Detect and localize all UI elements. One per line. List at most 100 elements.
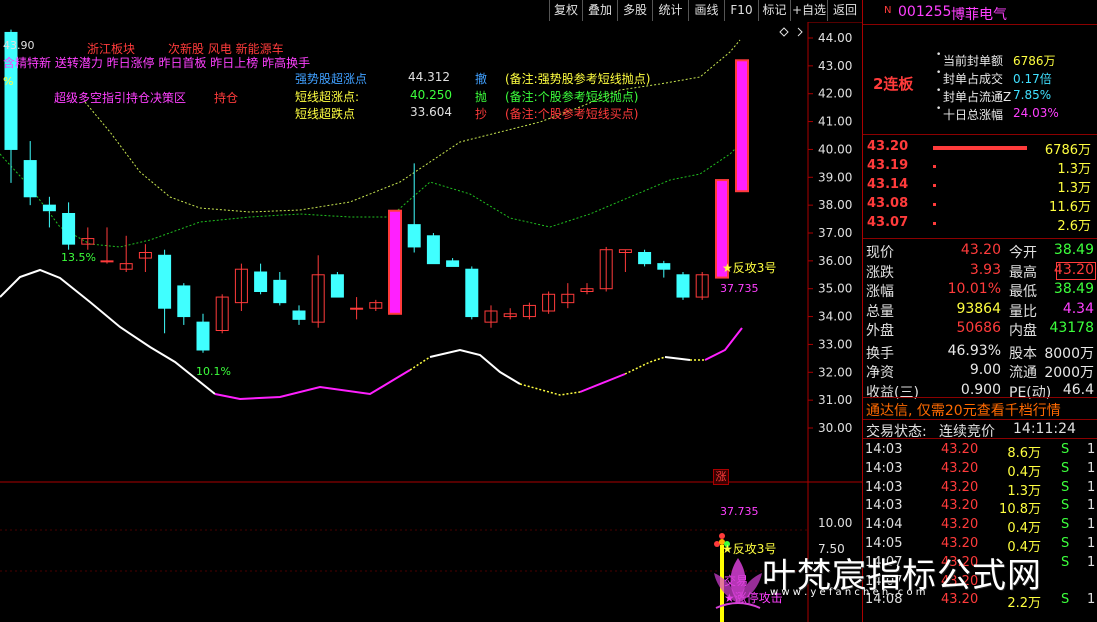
toolbar-button[interactable]: +自选	[790, 0, 827, 21]
indicator-1-value: 44.312	[408, 70, 450, 84]
stock-name: 博菲电气	[951, 7, 1007, 23]
quote-value: 10.01%	[947, 281, 1001, 297]
candle-body-down	[273, 279, 287, 304]
tick-vol: 10.8万	[999, 502, 1041, 518]
price-axis-label: 31.00	[818, 393, 852, 407]
quote-label: 净资	[866, 365, 894, 381]
quote-value: 38.49	[1053, 281, 1094, 297]
tag-line2: 含精特新 送转潜力 昨日涨停 昨日首板 昨日上榜 昨高换手	[3, 56, 311, 70]
lower-band-magenta	[214, 369, 411, 401]
indicator-2-name: 短线超涨点:	[295, 90, 360, 104]
seal-info-value: 7.85%	[1013, 88, 1052, 102]
indicator-2-signal: 抛	[475, 90, 488, 104]
toolbar-button[interactable]: 多股	[617, 0, 652, 21]
tick-vol: 0.4万	[1007, 464, 1041, 480]
price-axis-label: 40.00	[818, 142, 852, 156]
book-bar	[933, 203, 936, 206]
signal-dot-icon	[719, 533, 725, 539]
lower-band-yellow	[409, 356, 431, 371]
price-axis-label: 44.00	[818, 31, 852, 45]
promo-link[interactable]: 通达信, 仅需20元查看千档行情	[866, 400, 1061, 420]
quote-label: 内盘	[1009, 323, 1037, 339]
book-price: 43.19	[867, 158, 909, 173]
tick-side: S	[1061, 442, 1070, 457]
candle-body-down	[196, 321, 210, 351]
lower-band-yellow	[624, 356, 666, 375]
candle-body-down	[292, 310, 306, 320]
toolbar-button[interactable]: 叠加	[582, 0, 617, 21]
toolbar-button[interactable]: 标记	[758, 0, 790, 21]
quote-value: 2000万	[1044, 365, 1094, 381]
tick-row: 14:04 43.20 0.4万 S 1	[863, 517, 1097, 536]
candle-body-down	[177, 285, 191, 318]
seal-info-label: 封单占成交	[943, 72, 1004, 86]
divider	[863, 134, 1097, 135]
divider	[863, 438, 1097, 439]
book-volume: 1.3万	[1057, 181, 1091, 196]
candle-body-down	[657, 263, 671, 270]
tick-n: 1	[1087, 498, 1096, 514]
stock-code: 001255	[898, 4, 952, 20]
candle-body-down	[158, 254, 172, 309]
toolbar-button[interactable]: 复权	[549, 0, 582, 21]
lower-band-magenta	[704, 327, 743, 361]
toolbar-button[interactable]: F10	[724, 0, 758, 21]
candle-body-down	[23, 160, 37, 198]
tick-n: 1	[1087, 442, 1096, 457]
quote-value: 43178	[1049, 320, 1094, 336]
candle-body-down	[426, 235, 440, 265]
streak-label: 2连板	[873, 75, 914, 93]
toolbar-button[interactable]: 画线	[688, 0, 724, 21]
lower-band-white	[429, 348, 521, 385]
lotus-logo-icon	[714, 558, 762, 609]
divider	[863, 24, 1097, 25]
bullet-icon: •	[936, 86, 942, 96]
toolbar-button[interactable]: 返回	[827, 0, 862, 21]
quote-label: 总量	[866, 303, 894, 320]
pct-label-b: 10.1%	[196, 365, 231, 378]
tick-n: 1	[1087, 460, 1096, 476]
tick-row: 14:03 43.20 8.6万 S 1	[863, 442, 1097, 461]
divider	[863, 397, 1097, 398]
candle-body-up	[350, 307, 364, 310]
quote-value: 3.93	[969, 261, 1001, 278]
tick-side: S	[1061, 498, 1070, 514]
seal-info-value: 0.17倍	[1013, 72, 1052, 86]
tick-n: 1	[1087, 517, 1096, 533]
price-axis-label: 39.00	[818, 170, 852, 184]
diamond-icon	[779, 27, 789, 37]
divider	[863, 419, 1097, 420]
price-axis-label: 30.00	[818, 421, 852, 435]
book-price: 43.14	[867, 177, 909, 192]
seal-info-label: 封单占流通Z	[943, 90, 1012, 104]
seal-info-label: 当前封单额	[943, 54, 1004, 68]
divider	[863, 238, 1097, 239]
signal-value: 37.735	[720, 282, 759, 295]
book-bar	[933, 165, 936, 168]
toolbar-button[interactable]: 统计	[652, 0, 688, 21]
quote-value: 46.93%	[947, 342, 1001, 359]
quote-value: 93864	[956, 300, 1001, 317]
quote-label: 收益(三)	[866, 384, 919, 401]
indicator-3-signal: 抄	[475, 107, 488, 121]
candle-body-up	[100, 260, 114, 263]
book-price: 43.08	[867, 196, 909, 211]
candle-body-down	[676, 274, 690, 298]
price-axis-label: 36.00	[818, 254, 852, 268]
candle-body-down	[638, 252, 652, 265]
seal-info-value: 6786万	[1013, 54, 1056, 68]
tick-vol: 1.3万	[1007, 483, 1041, 499]
pct-label-a: 13.5%	[61, 251, 96, 264]
price-axis-label: 42.00	[818, 87, 852, 101]
quote-label: 现价	[866, 245, 894, 261]
quote-value: 0.900	[960, 381, 1001, 398]
price-axis-label: 32.00	[818, 365, 852, 379]
tick-side: S	[1061, 479, 1070, 495]
book-volume: 2.6万	[1057, 219, 1091, 234]
quote-label: 股本	[1009, 345, 1037, 362]
signal-label: ★反攻3号	[722, 261, 777, 275]
seal-info-label: 十日总涨幅	[943, 108, 1004, 122]
quote-value: 8000万	[1044, 345, 1094, 362]
bullet-icon: •	[936, 68, 942, 78]
indicator-2-note: (备注:个股参考短线抛点)	[505, 90, 639, 104]
